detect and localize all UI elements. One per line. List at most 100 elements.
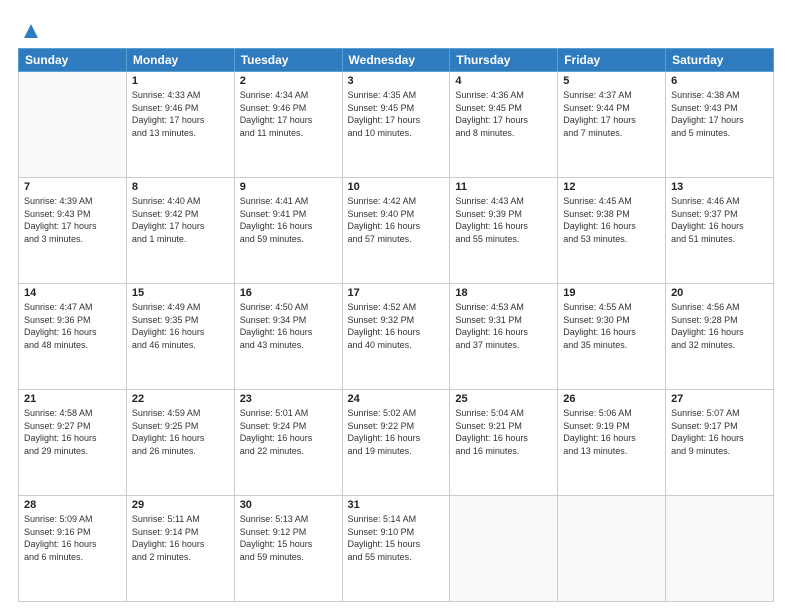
day-number: 5 [563,75,660,87]
calendar-cell: 6 Sunrise: 4:38 AM Sunset: 9:43 PM Daylig… [666,72,774,178]
calendar-cell: 15Sunrise: 4:49 AM Sunset: 9:35 PM Dayli… [126,284,234,390]
calendar-cell: 20 Sunrise: 4:56 AM Sunset: 9:28 PM Dayli… [666,284,774,390]
calendar-cell: 5 Sunrise: 4:37 AM Sunset: 9:44 PM Daylig… [558,72,666,178]
weekday-header: Friday [558,49,666,72]
calendar-cell: 4Sunrise: 4:36 AM Sunset: 9:45 PM Daylig… [450,72,558,178]
calendar-cell: 16 Sunrise: 4:50 AM Sunset: 9:34 PM Dayli… [234,284,342,390]
day-info: Sunrise: 4:50 AM Sunset: 9:34 PM Dayligh… [240,301,337,351]
day-number: 28 [24,499,121,511]
logo-triangle-icon [20,20,42,42]
day-number: 31 [348,499,445,511]
day-info: Sunrise: 5:14 AM Sunset: 9:10 PM Dayligh… [348,513,445,563]
calendar-cell [558,496,666,602]
day-number: 13 [671,181,768,193]
day-number: 9 [240,181,337,193]
calendar-week-row: 7Sunrise: 4:39 AM Sunset: 9:43 PM Daylig… [19,178,774,284]
day-number: 10 [348,181,445,193]
calendar-cell: 26 Sunrise: 5:06 AM Sunset: 9:19 PM Dayli… [558,390,666,496]
day-info: Sunrise: 4:55 AM Sunset: 9:30 PM Dayligh… [563,301,660,351]
calendar-cell: 23 Sunrise: 5:01 AM Sunset: 9:24 PM Dayli… [234,390,342,496]
calendar-cell: 18 Sunrise: 4:53 AM Sunset: 9:31 PM Dayli… [450,284,558,390]
day-number: 17 [348,287,445,299]
weekday-row: SundayMondayTuesdayWednesdayThursdayFrid… [19,49,774,72]
calendar-cell: 19 Sunrise: 4:55 AM Sunset: 9:30 PM Dayli… [558,284,666,390]
calendar-cell: 11Sunrise: 4:43 AM Sunset: 9:39 PM Dayli… [450,178,558,284]
day-info: Sunrise: 4:56 AM Sunset: 9:28 PM Dayligh… [671,301,768,351]
calendar-cell: 24 Sunrise: 5:02 AM Sunset: 9:22 PM Dayli… [342,390,450,496]
day-info: Sunrise: 5:13 AM Sunset: 9:12 PM Dayligh… [240,513,337,563]
page: SundayMondayTuesdayWednesdayThursdayFrid… [0,0,792,612]
weekday-header: Saturday [666,49,774,72]
day-info: Sunrise: 4:59 AM Sunset: 9:25 PM Dayligh… [132,407,229,457]
day-number: 12 [563,181,660,193]
calendar-table: SundayMondayTuesdayWednesdayThursdayFrid… [18,48,774,602]
day-info: Sunrise: 4:47 AM Sunset: 9:36 PM Dayligh… [24,301,121,351]
day-number: 22 [132,393,229,405]
day-number: 6 [671,75,768,87]
day-info: Sunrise: 5:07 AM Sunset: 9:17 PM Dayligh… [671,407,768,457]
weekday-header: Sunday [19,49,127,72]
calendar-cell [666,496,774,602]
day-info: Sunrise: 5:06 AM Sunset: 9:19 PM Dayligh… [563,407,660,457]
logo [18,18,42,42]
calendar-cell: 17 Sunrise: 4:52 AM Sunset: 9:32 PM Dayli… [342,284,450,390]
day-info: Sunrise: 5:09 AM Sunset: 9:16 PM Dayligh… [24,513,121,563]
day-number: 4 [455,75,552,87]
calendar-week-row: 28 Sunrise: 5:09 AM Sunset: 9:16 PM Dayli… [19,496,774,602]
day-info: Sunrise: 4:46 AM Sunset: 9:37 PM Dayligh… [671,195,768,245]
day-info: Sunrise: 4:37 AM Sunset: 9:44 PM Dayligh… [563,89,660,139]
day-info: Sunrise: 4:35 AM Sunset: 9:45 PM Dayligh… [348,89,445,139]
day-info: Sunrise: 5:02 AM Sunset: 9:22 PM Dayligh… [348,407,445,457]
day-number: 15 [132,287,229,299]
calendar-cell: 29 Sunrise: 5:11 AM Sunset: 9:14 PM Dayli… [126,496,234,602]
day-info: Sunrise: 4:34 AM Sunset: 9:46 PM Dayligh… [240,89,337,139]
day-number: 19 [563,287,660,299]
weekday-header: Monday [126,49,234,72]
calendar-week-row: 21 Sunrise: 4:58 AM Sunset: 9:27 PM Dayli… [19,390,774,496]
day-number: 2 [240,75,337,87]
day-number: 24 [348,393,445,405]
weekday-header: Thursday [450,49,558,72]
day-number: 25 [455,393,552,405]
calendar-body: 1Sunrise: 4:33 AM Sunset: 9:46 PM Daylig… [19,72,774,602]
day-info: Sunrise: 5:04 AM Sunset: 9:21 PM Dayligh… [455,407,552,457]
day-info: Sunrise: 4:53 AM Sunset: 9:31 PM Dayligh… [455,301,552,351]
day-number: 3 [348,75,445,87]
day-number: 16 [240,287,337,299]
day-number: 18 [455,287,552,299]
calendar-cell: 22 Sunrise: 4:59 AM Sunset: 9:25 PM Dayli… [126,390,234,496]
day-info: Sunrise: 4:52 AM Sunset: 9:32 PM Dayligh… [348,301,445,351]
day-number: 30 [240,499,337,511]
calendar-cell: 10Sunrise: 4:42 AM Sunset: 9:40 PM Dayli… [342,178,450,284]
header [18,18,774,42]
day-info: Sunrise: 4:38 AM Sunset: 9:43 PM Dayligh… [671,89,768,139]
day-info: Sunrise: 5:01 AM Sunset: 9:24 PM Dayligh… [240,407,337,457]
calendar-cell: 8Sunrise: 4:40 AM Sunset: 9:42 PM Daylig… [126,178,234,284]
calendar-cell: 28 Sunrise: 5:09 AM Sunset: 9:16 PM Dayli… [19,496,127,602]
calendar-cell: 1Sunrise: 4:33 AM Sunset: 9:46 PM Daylig… [126,72,234,178]
calendar-cell: 13 Sunrise: 4:46 AM Sunset: 9:37 PM Dayli… [666,178,774,284]
day-number: 23 [240,393,337,405]
day-number: 1 [132,75,229,87]
day-info: Sunrise: 5:11 AM Sunset: 9:14 PM Dayligh… [132,513,229,563]
day-number: 29 [132,499,229,511]
calendar-cell: 9Sunrise: 4:41 AM Sunset: 9:41 PM Daylig… [234,178,342,284]
weekday-header: Wednesday [342,49,450,72]
day-info: Sunrise: 4:40 AM Sunset: 9:42 PM Dayligh… [132,195,229,245]
day-number: 20 [671,287,768,299]
weekday-header: Tuesday [234,49,342,72]
calendar-cell: 12Sunrise: 4:45 AM Sunset: 9:38 PM Dayli… [558,178,666,284]
day-info: Sunrise: 4:43 AM Sunset: 9:39 PM Dayligh… [455,195,552,245]
calendar-cell: 14 Sunrise: 4:47 AM Sunset: 9:36 PM Dayli… [19,284,127,390]
calendar-week-row: 1Sunrise: 4:33 AM Sunset: 9:46 PM Daylig… [19,72,774,178]
day-number: 14 [24,287,121,299]
calendar-header: SundayMondayTuesdayWednesdayThursdayFrid… [19,49,774,72]
calendar-cell: 31 Sunrise: 5:14 AM Sunset: 9:10 PM Dayli… [342,496,450,602]
calendar-cell [19,72,127,178]
day-info: Sunrise: 4:58 AM Sunset: 9:27 PM Dayligh… [24,407,121,457]
day-number: 26 [563,393,660,405]
calendar-cell [450,496,558,602]
day-number: 21 [24,393,121,405]
calendar-cell: 25 Sunrise: 5:04 AM Sunset: 9:21 PM Dayli… [450,390,558,496]
day-number: 27 [671,393,768,405]
